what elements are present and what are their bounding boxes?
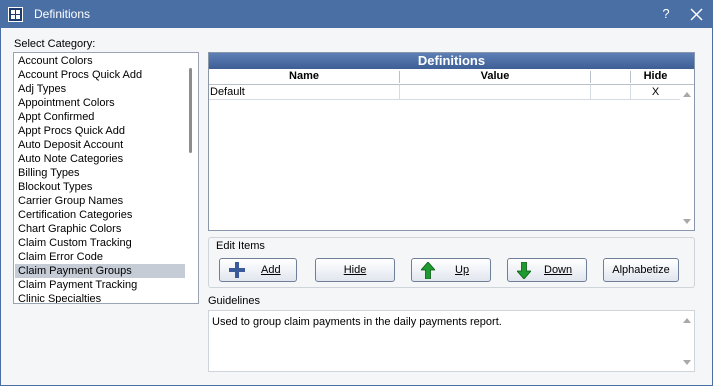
category-item[interactable]: Auto Deposit Account [15,138,185,152]
alphabetize-button[interactable]: Alphabetize [603,258,679,282]
category-item[interactable]: Certification Categories [15,208,185,222]
arrow-down-icon [517,262,531,279]
category-item[interactable]: Adj Types [15,82,185,96]
category-item[interactable]: Chart Graphic Colors [15,222,185,236]
hide-label: Hide [343,264,367,276]
guidelines-text: Used to group claim payments in the dail… [212,316,502,328]
category-item[interactable]: Account Procs Quick Add [15,68,185,82]
guidelines-scrollbar[interactable] [680,311,694,371]
table-row[interactable]: Default X [209,85,680,100]
category-item[interactable]: Claim Error Code [15,250,185,264]
category-scrollbar-thumb[interactable] [189,68,192,153]
scroll-up-icon[interactable] [683,92,691,97]
add-button[interactable]: Add [219,258,297,282]
select-category-label: Select Category: [14,38,96,50]
down-button[interactable]: Down [507,258,587,282]
scroll-down-icon[interactable] [683,219,691,224]
category-item[interactable]: Account Colors [15,54,185,68]
grid-scrollbar[interactable] [680,85,694,230]
category-item[interactable]: Clinic Specialties [15,292,185,303]
category-item-selected[interactable]: Claim Payment Groups [15,264,185,278]
help-button[interactable]: ? [659,6,673,21]
column-header-value[interactable]: Value [400,69,590,84]
column-header-hide[interactable]: Hide [631,69,680,84]
cell-hide: X [651,86,660,98]
grid-app-icon [8,7,23,22]
cell-name: Default [210,86,245,98]
category-item[interactable]: Appointment Colors [15,96,185,110]
definitions-grid: Definitions Name Value Hide Default X [208,52,695,231]
category-item[interactable]: Claim Custom Tracking [15,236,185,250]
cell-value [400,85,590,100]
close-icon[interactable] [690,8,703,21]
up-button[interactable]: Up [411,258,491,282]
category-item[interactable]: Blockout Types [15,180,185,194]
category-list[interactable]: Account Colors Account Procs Quick Add A… [13,52,199,304]
plus-icon [229,262,245,278]
title-bar: Definitions ? [1,1,712,28]
edit-items-group: Edit Items Add Hide Up Down Alphabetize [208,237,695,288]
guidelines-label: Guidelines [208,295,260,307]
grid-header: Name Value Hide [209,69,694,85]
window-title: Definitions [34,7,91,21]
arrow-up-icon [421,262,435,279]
edit-items-label: Edit Items [216,240,265,252]
grid-title: Definitions [209,53,694,69]
category-item[interactable]: Claim Payment Tracking [15,278,185,292]
category-item[interactable]: Appt Procs Quick Add [15,124,185,138]
category-item[interactable]: Auto Note Categories [15,152,185,166]
guidelines-box: Used to group claim payments in the dail… [208,310,695,372]
category-item[interactable]: Appt Confirmed [15,110,185,124]
add-label: Add [261,264,281,276]
scroll-up-icon[interactable] [683,318,691,323]
alphabetize-label: Alphabetize [612,264,670,276]
category-item[interactable]: Carrier Group Names [15,194,185,208]
category-item[interactable]: Billing Types [15,166,185,180]
up-label: Up [455,264,470,276]
down-label: Down [544,264,573,276]
hide-button[interactable]: Hide [315,258,395,282]
scroll-down-icon[interactable] [683,360,691,365]
column-header-name[interactable]: Name [209,69,399,84]
definitions-window: Definitions ? Select Category: Account C… [0,0,713,386]
